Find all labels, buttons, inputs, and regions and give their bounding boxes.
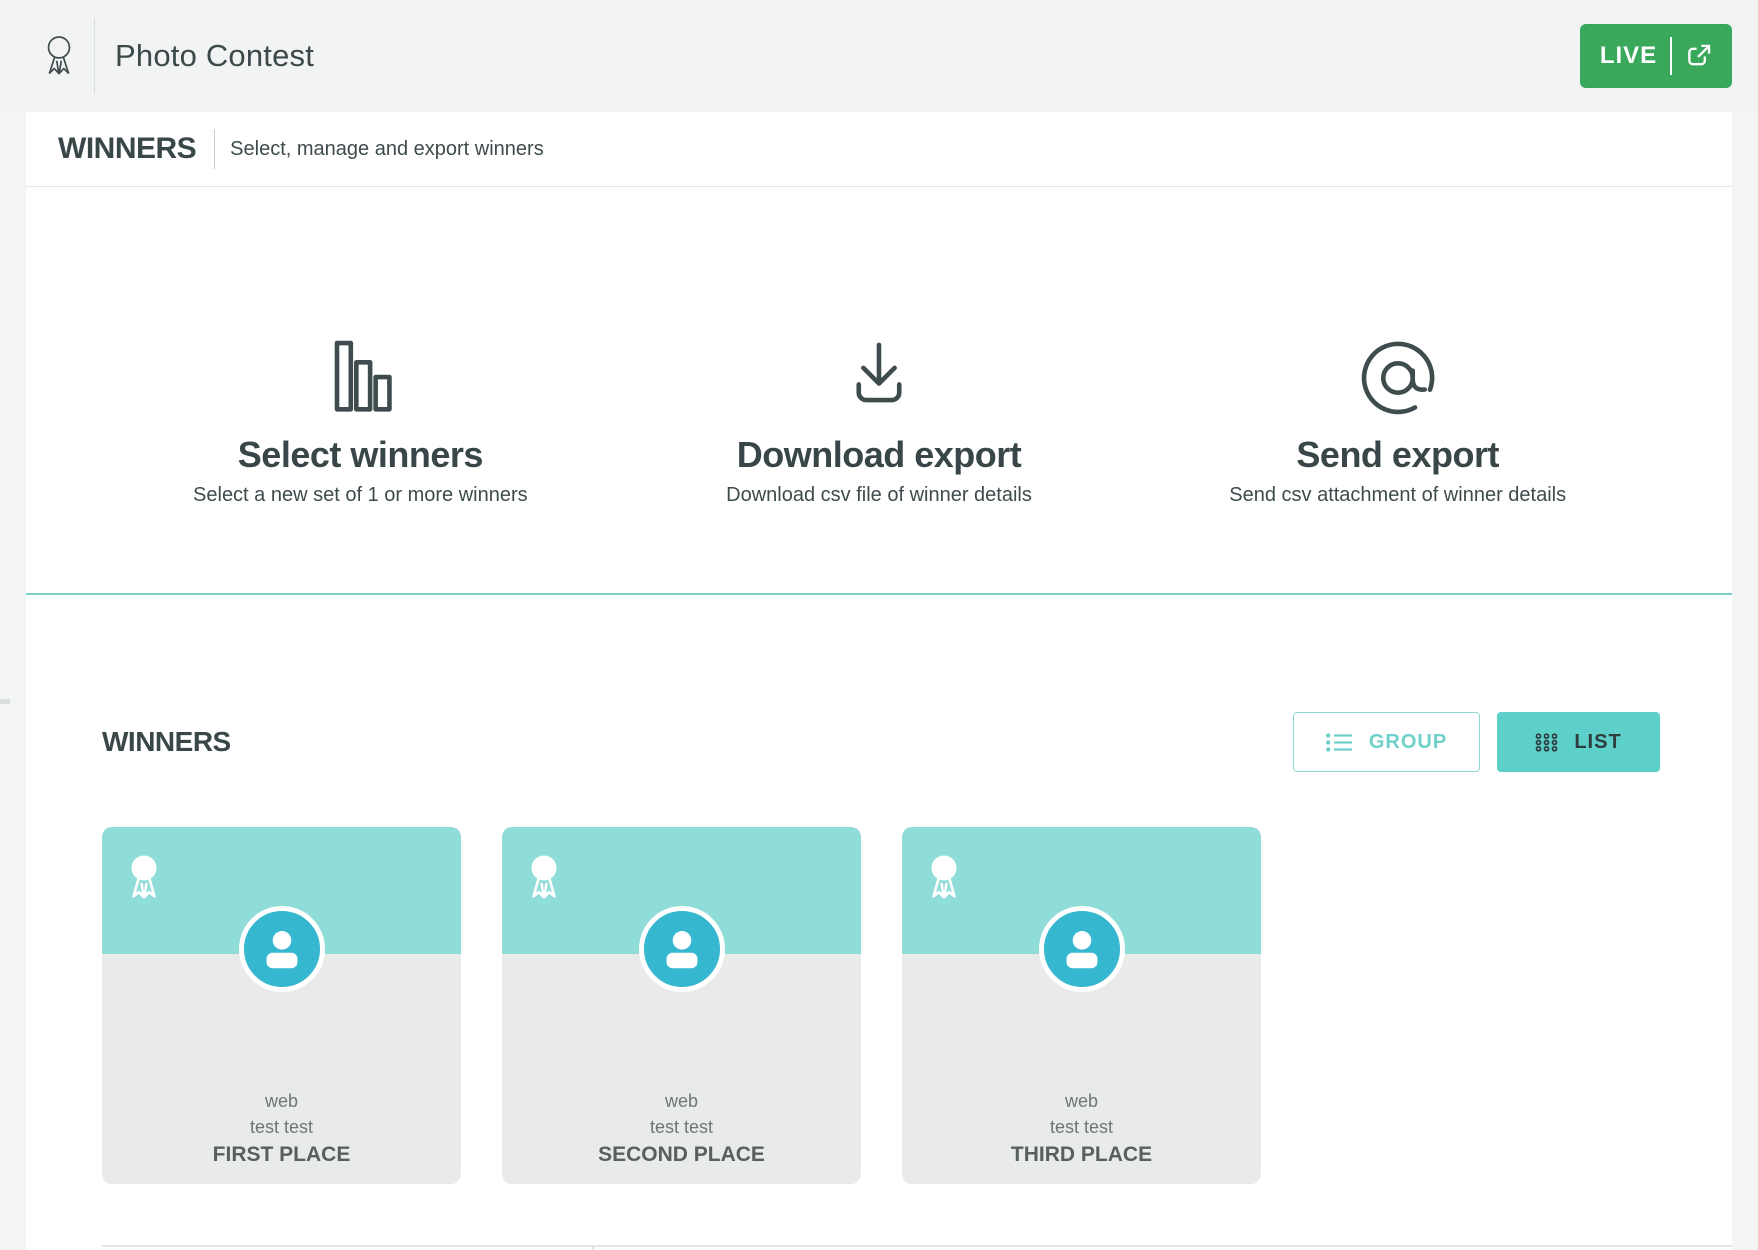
- live-button-separator: [1670, 37, 1672, 75]
- winner-source: web: [102, 1088, 461, 1114]
- avatar: [1039, 906, 1125, 992]
- action-subtitle: Send csv attachment of winner details: [1138, 484, 1657, 507]
- winner-card-first[interactable]: web test test FIRST PLACE: [102, 827, 461, 1184]
- group-view-label: GROUP: [1369, 731, 1447, 754]
- action-title: Send export: [1138, 434, 1657, 476]
- action-title: Download export: [620, 434, 1139, 476]
- winner-place: FIRST PLACE: [102, 1140, 461, 1170]
- winner-card-text: web test test THIRD PLACE: [902, 1088, 1261, 1170]
- avatar: [239, 906, 325, 992]
- bar-chart-icon: [101, 332, 620, 424]
- action-download-export[interactable]: Download export Download csv file of win…: [620, 332, 1139, 507]
- winner-name: test test: [502, 1114, 861, 1140]
- dots-grid-icon: [1535, 733, 1558, 752]
- person-icon: [651, 918, 713, 980]
- page: Photo Contest LIVE WINNERS Select, manag…: [0, 0, 1758, 1250]
- section-title: WINNERS: [58, 132, 196, 166]
- winner-card-text: web test test FIRST PLACE: [102, 1088, 461, 1170]
- external-link-icon: [1685, 43, 1712, 70]
- award-ribbon-icon: [524, 851, 564, 903]
- live-button[interactable]: LIVE: [1580, 24, 1732, 88]
- winner-source: web: [502, 1088, 861, 1114]
- action-send-export[interactable]: Send export Send csv attachment of winne…: [1138, 332, 1657, 507]
- action-subtitle: Select a new set of 1 or more winners: [101, 484, 620, 507]
- winner-place: THIRD PLACE: [902, 1140, 1261, 1170]
- section-subtitle: Select, manage and export winners: [230, 138, 544, 161]
- section-header: WINNERS Select, manage and export winner…: [26, 112, 1732, 187]
- action-select-winners[interactable]: Select winners Select a new set of 1 or …: [101, 332, 620, 507]
- winner-name: test test: [902, 1114, 1261, 1140]
- section-header-divider: [214, 129, 215, 169]
- teal-divider: [26, 593, 1732, 595]
- winners-list-header: WINNERS GROUP: [26, 712, 1732, 772]
- actions-row: Select winners Select a new set of 1 or …: [26, 187, 1732, 507]
- download-icon: [620, 332, 1139, 424]
- view-toggle: GROUP LIST: [1293, 712, 1660, 772]
- group-view-button[interactable]: GROUP: [1293, 712, 1480, 772]
- award-ribbon-icon: [40, 32, 78, 80]
- winners-title: WINNERS: [102, 726, 231, 758]
- winner-cards-row: web test test FIRST PLACE: [26, 827, 1732, 1184]
- top-bar: Photo Contest LIVE: [0, 0, 1758, 112]
- page-title: Photo Contest: [115, 38, 314, 74]
- at-sign-icon: [1138, 332, 1657, 424]
- left-edge-notch: [0, 699, 10, 704]
- list-view-label: LIST: [1574, 731, 1621, 754]
- winner-card-second[interactable]: web test test SECOND PLACE: [502, 827, 861, 1184]
- list-view-button[interactable]: LIST: [1497, 712, 1660, 772]
- bottom-section-divider: [102, 1245, 1732, 1247]
- winner-card-text: web test test SECOND PLACE: [502, 1088, 861, 1170]
- winner-card-third[interactable]: web test test THIRD PLACE: [902, 827, 1261, 1184]
- list-bullets-icon: [1326, 732, 1353, 753]
- winner-place: SECOND PLACE: [502, 1140, 861, 1170]
- award-ribbon-icon: [124, 851, 164, 903]
- person-icon: [251, 918, 313, 980]
- live-button-label: LIVE: [1600, 42, 1657, 70]
- content-panel: WINNERS Select, manage and export winner…: [26, 112, 1732, 1250]
- winner-name: test test: [102, 1114, 461, 1140]
- action-title: Select winners: [101, 434, 620, 476]
- winner-source: web: [902, 1088, 1261, 1114]
- header-divider: [94, 18, 95, 94]
- avatar: [639, 906, 725, 992]
- award-ribbon-icon: [924, 851, 964, 903]
- action-subtitle: Download csv file of winner details: [620, 484, 1139, 507]
- person-icon: [1051, 918, 1113, 980]
